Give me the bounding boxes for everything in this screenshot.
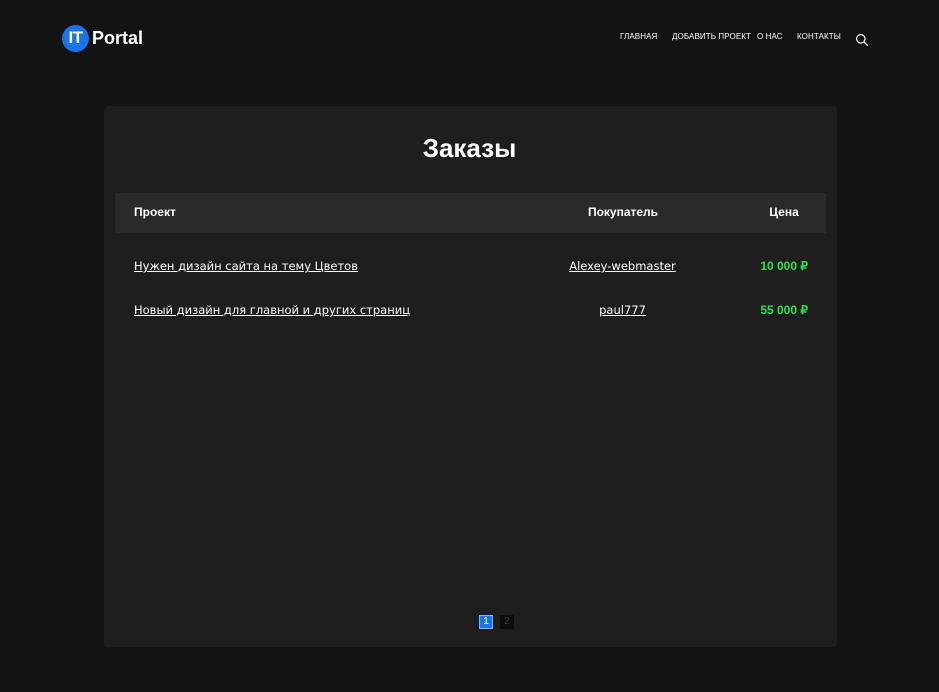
order-buyer-link[interactable]: paul777: [520, 303, 725, 317]
order-project-link[interactable]: Новый дизайн для главной и других страни…: [134, 303, 410, 317]
order-price: 55 000 ₽: [760, 303, 808, 317]
page-title: Заказы: [422, 133, 517, 163]
column-header-project: Проект: [134, 205, 176, 219]
nav-add-project[interactable]: ДОБАВИТЬ ПРОЕКТ: [672, 32, 751, 44]
nav-home[interactable]: ГЛАВНАЯ: [620, 32, 657, 44]
logo[interactable]: IT Portal: [62, 24, 143, 52]
pagination-page-2[interactable]: 2: [500, 615, 514, 629]
orders-card: [104, 106, 837, 647]
search-icon[interactable]: [855, 32, 869, 47]
order-project-link[interactable]: Нужен дизайн сайта на тему Цветов: [134, 259, 358, 273]
column-header-buyer: Покупатель: [587, 205, 659, 219]
column-header-price: Цена: [769, 205, 799, 219]
nav-contacts[interactable]: КОНТАКТЫ: [797, 32, 841, 44]
nav-about[interactable]: О НАС: [757, 32, 783, 44]
logo-badge: IT: [62, 24, 89, 52]
order-buyer-link[interactable]: Alexey-webmaster: [520, 259, 725, 273]
site-header: IT Portal ГЛАВНАЯ ДОБАВИТЬ ПРОЕКТ О НАС …: [0, 0, 939, 76]
search-icon-glyph: [856, 34, 869, 47]
logo-text: Portal: [92, 27, 144, 48]
pagination-page-1[interactable]: 1: [479, 615, 493, 629]
table-header: [115, 193, 826, 233]
order-price: 10 000 ₽: [760, 259, 808, 273]
